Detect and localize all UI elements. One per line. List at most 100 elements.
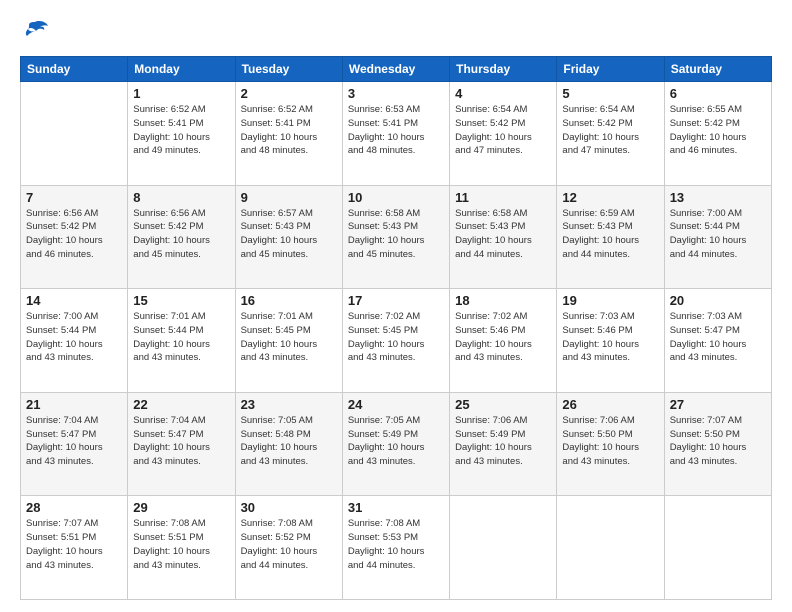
day-number: 5 <box>562 86 658 101</box>
calendar-cell: 13 Sunrise: 7:00 AM Sunset: 5:44 PM Dayli… <box>664 185 771 289</box>
day-number: 9 <box>241 190 337 205</box>
calendar-cell: 17 Sunrise: 7:02 AM Sunset: 5:45 PM Dayli… <box>342 289 449 393</box>
day-number: 24 <box>348 397 444 412</box>
day-info: Sunrise: 6:52 AM Sunset: 5:41 PM Dayligh… <box>241 103 337 158</box>
day-number: 23 <box>241 397 337 412</box>
day-info: Sunrise: 7:04 AM Sunset: 5:47 PM Dayligh… <box>133 414 229 469</box>
day-info: Sunrise: 7:01 AM Sunset: 5:44 PM Dayligh… <box>133 310 229 365</box>
calendar-cell: 5 Sunrise: 6:54 AM Sunset: 5:42 PM Daylig… <box>557 82 664 186</box>
day-number: 7 <box>26 190 122 205</box>
day-number: 13 <box>670 190 766 205</box>
calendar-cell: 16Sunrise: 7:01 AM Sunset: 5:45 PM Dayli… <box>235 289 342 393</box>
day-number: 26 <box>562 397 658 412</box>
day-info: Sunrise: 6:54 AM Sunset: 5:42 PM Dayligh… <box>562 103 658 158</box>
calendar-cell: 12Sunrise: 6:59 AM Sunset: 5:43 PM Dayli… <box>557 185 664 289</box>
calendar-cell <box>450 496 557 600</box>
day-info: Sunrise: 7:08 AM Sunset: 5:51 PM Dayligh… <box>133 517 229 572</box>
day-info: Sunrise: 7:02 AM Sunset: 5:46 PM Dayligh… <box>455 310 551 365</box>
day-number: 15 <box>133 293 229 308</box>
calendar-cell: 11 Sunrise: 6:58 AM Sunset: 5:43 PM Dayli… <box>450 185 557 289</box>
calendar-header-tuesday: Tuesday <box>235 57 342 82</box>
calendar-header-friday: Friday <box>557 57 664 82</box>
day-info: Sunrise: 7:03 AM Sunset: 5:46 PM Dayligh… <box>562 310 658 365</box>
day-info: Sunrise: 6:53 AM Sunset: 5:41 PM Dayligh… <box>348 103 444 158</box>
calendar-cell <box>664 496 771 600</box>
day-info: Sunrise: 6:56 AM Sunset: 5:42 PM Dayligh… <box>26 207 122 262</box>
header <box>20 18 772 46</box>
day-info: Sunrise: 6:58 AM Sunset: 5:43 PM Dayligh… <box>455 207 551 262</box>
day-info: Sunrise: 7:00 AM Sunset: 5:44 PM Dayligh… <box>670 207 766 262</box>
calendar-header-saturday: Saturday <box>664 57 771 82</box>
calendar-cell: 9 Sunrise: 6:57 AM Sunset: 5:43 PM Daylig… <box>235 185 342 289</box>
calendar-cell: 31 Sunrise: 7:08 AM Sunset: 5:53 PM Dayli… <box>342 496 449 600</box>
day-number: 3 <box>348 86 444 101</box>
calendar-cell: 4 Sunrise: 6:54 AM Sunset: 5:42 PM Daylig… <box>450 82 557 186</box>
day-info: Sunrise: 6:52 AM Sunset: 5:41 PM Dayligh… <box>133 103 229 158</box>
day-number: 31 <box>348 500 444 515</box>
calendar-cell: 15 Sunrise: 7:01 AM Sunset: 5:44 PM Dayli… <box>128 289 235 393</box>
calendar-cell: 3 Sunrise: 6:53 AM Sunset: 5:41 PM Daylig… <box>342 82 449 186</box>
day-number: 27 <box>670 397 766 412</box>
day-number: 28 <box>26 500 122 515</box>
day-info: Sunrise: 7:06 AM Sunset: 5:50 PM Dayligh… <box>562 414 658 469</box>
calendar-cell: 19 Sunrise: 7:03 AM Sunset: 5:46 PM Dayli… <box>557 289 664 393</box>
day-info: Sunrise: 7:04 AM Sunset: 5:47 PM Dayligh… <box>26 414 122 469</box>
day-info: Sunrise: 7:06 AM Sunset: 5:49 PM Dayligh… <box>455 414 551 469</box>
day-info: Sunrise: 7:05 AM Sunset: 5:48 PM Dayligh… <box>241 414 337 469</box>
calendar-cell: 20Sunrise: 7:03 AM Sunset: 5:47 PM Dayli… <box>664 289 771 393</box>
day-number: 25 <box>455 397 551 412</box>
calendar-cell: 1 Sunrise: 6:52 AM Sunset: 5:41 PM Daylig… <box>128 82 235 186</box>
calendar-header-thursday: Thursday <box>450 57 557 82</box>
day-number: 2 <box>241 86 337 101</box>
calendar-cell: 10 Sunrise: 6:58 AM Sunset: 5:43 PM Dayli… <box>342 185 449 289</box>
day-number: 17 <box>348 293 444 308</box>
day-number: 8 <box>133 190 229 205</box>
day-info: Sunrise: 6:57 AM Sunset: 5:43 PM Dayligh… <box>241 207 337 262</box>
day-info: Sunrise: 7:08 AM Sunset: 5:52 PM Dayligh… <box>241 517 337 572</box>
calendar-cell: 6Sunrise: 6:55 AM Sunset: 5:42 PM Daylig… <box>664 82 771 186</box>
calendar-cell: 24 Sunrise: 7:05 AM Sunset: 5:49 PM Dayli… <box>342 392 449 496</box>
day-info: Sunrise: 7:02 AM Sunset: 5:45 PM Dayligh… <box>348 310 444 365</box>
calendar-header-sunday: Sunday <box>21 57 128 82</box>
calendar-cell: 22 Sunrise: 7:04 AM Sunset: 5:47 PM Dayli… <box>128 392 235 496</box>
day-info: Sunrise: 7:03 AM Sunset: 5:47 PM Dayligh… <box>670 310 766 365</box>
day-number: 21 <box>26 397 122 412</box>
calendar-week-row: 14 Sunrise: 7:00 AM Sunset: 5:44 PM Dayli… <box>21 289 772 393</box>
day-info: Sunrise: 7:05 AM Sunset: 5:49 PM Dayligh… <box>348 414 444 469</box>
day-info: Sunrise: 7:08 AM Sunset: 5:53 PM Dayligh… <box>348 517 444 572</box>
calendar-week-row: 1 Sunrise: 6:52 AM Sunset: 5:41 PM Daylig… <box>21 82 772 186</box>
day-number: 11 <box>455 190 551 205</box>
day-info: Sunrise: 7:07 AM Sunset: 5:50 PM Dayligh… <box>670 414 766 469</box>
calendar-week-row: 21 Sunrise: 7:04 AM Sunset: 5:47 PM Dayli… <box>21 392 772 496</box>
page: SundayMondayTuesdayWednesdayThursdayFrid… <box>0 0 792 612</box>
day-number: 16 <box>241 293 337 308</box>
day-number: 1 <box>133 86 229 101</box>
calendar-cell: 18 Sunrise: 7:02 AM Sunset: 5:46 PM Dayli… <box>450 289 557 393</box>
calendar-cell <box>557 496 664 600</box>
calendar-cell: 25 Sunrise: 7:06 AM Sunset: 5:49 PM Dayli… <box>450 392 557 496</box>
day-number: 4 <box>455 86 551 101</box>
day-number: 29 <box>133 500 229 515</box>
logo-icon <box>20 18 50 46</box>
day-info: Sunrise: 6:56 AM Sunset: 5:42 PM Dayligh… <box>133 207 229 262</box>
day-info: Sunrise: 6:54 AM Sunset: 5:42 PM Dayligh… <box>455 103 551 158</box>
day-number: 18 <box>455 293 551 308</box>
day-number: 6 <box>670 86 766 101</box>
day-info: Sunrise: 6:58 AM Sunset: 5:43 PM Dayligh… <box>348 207 444 262</box>
day-number: 30 <box>241 500 337 515</box>
calendar-cell: 29 Sunrise: 7:08 AM Sunset: 5:51 PM Dayli… <box>128 496 235 600</box>
day-number: 22 <box>133 397 229 412</box>
calendar-header-monday: Monday <box>128 57 235 82</box>
calendar-cell: 8 Sunrise: 6:56 AM Sunset: 5:42 PM Daylig… <box>128 185 235 289</box>
day-number: 12 <box>562 190 658 205</box>
calendar-cell: 27 Sunrise: 7:07 AM Sunset: 5:50 PM Dayli… <box>664 392 771 496</box>
day-number: 14 <box>26 293 122 308</box>
calendar-cell: 7 Sunrise: 6:56 AM Sunset: 5:42 PM Daylig… <box>21 185 128 289</box>
calendar-week-row: 7 Sunrise: 6:56 AM Sunset: 5:42 PM Daylig… <box>21 185 772 289</box>
day-info: Sunrise: 7:00 AM Sunset: 5:44 PM Dayligh… <box>26 310 122 365</box>
calendar-table: SundayMondayTuesdayWednesdayThursdayFrid… <box>20 56 772 600</box>
day-number: 10 <box>348 190 444 205</box>
calendar-header-row: SundayMondayTuesdayWednesdayThursdayFrid… <box>21 57 772 82</box>
day-number: 19 <box>562 293 658 308</box>
calendar-header-wednesday: Wednesday <box>342 57 449 82</box>
